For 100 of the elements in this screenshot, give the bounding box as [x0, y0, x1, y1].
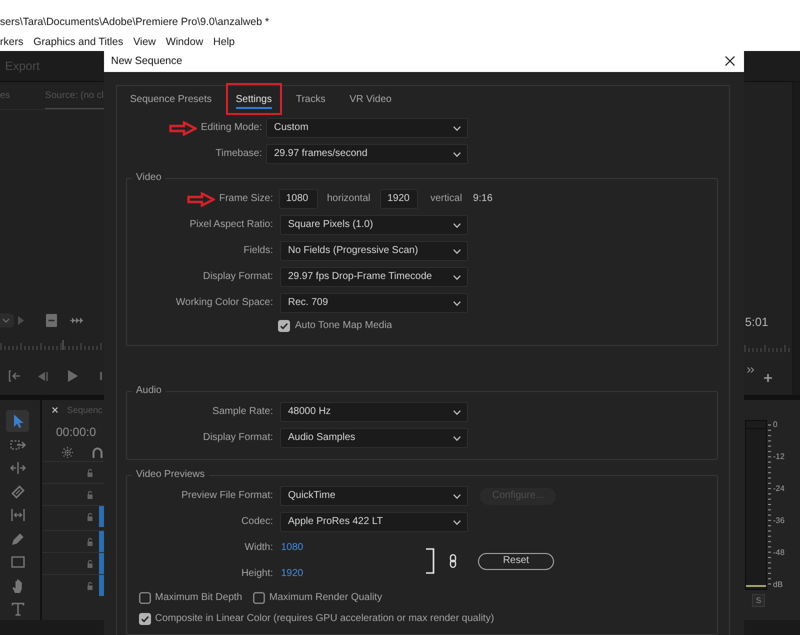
menu-item[interactable]: Help [213, 35, 235, 49]
dropdown[interactable]: Audio Samples [280, 428, 468, 448]
field-label: Sample Rate: [212, 405, 273, 419]
aspect-ratio: 9:16 [473, 192, 493, 206]
triangle-icon[interactable] [18, 316, 24, 324]
chevron-icon [453, 126, 461, 130]
play-icon[interactable] [68, 370, 78, 382]
checkbox-label: Maximum Render Quality [269, 590, 382, 604]
magnet-icon[interactable] [92, 446, 103, 458]
chevron-icon [453, 248, 461, 254]
tool-button[interactable] [6, 410, 29, 432]
dimension-value[interactable]: 1080 [281, 541, 304, 555]
field-label: Height: [241, 567, 273, 581]
menu-item[interactable]: rkers [0, 35, 24, 49]
chevron-icon [453, 152, 461, 156]
checkbox[interactable] [139, 612, 151, 624]
double-chevron-icon[interactable] [747, 367, 754, 373]
lock-icon[interactable] [87, 490, 93, 498]
close-icon[interactable] [52, 407, 58, 413]
blade-icon [10, 484, 26, 500]
dropdown[interactable]: Square Pixels (1.0) [280, 215, 468, 235]
square-icon[interactable] [46, 314, 57, 326]
field-label: Editing Mode: [200, 121, 262, 135]
ruler-drawing [744, 342, 792, 352]
menu-item[interactable]: Graphics and Titles [33, 35, 124, 49]
rectangle-icon [10, 554, 26, 570]
asterisk-icon[interactable] [62, 446, 73, 458]
dropdown[interactable]: Apple ProRes 422 LT [280, 512, 468, 532]
tab[interactable]: Sequence Presets [130, 90, 212, 108]
group-title: Audio [135, 384, 163, 398]
dropdown[interactable]: 29.97 frames/second [266, 144, 468, 164]
checkbox[interactable] [139, 592, 151, 604]
checkbox[interactable] [253, 592, 266, 604]
dropdown-icon[interactable] [0, 312, 15, 328]
tab[interactable]: VR Video [350, 90, 392, 108]
bracket-icon [425, 548, 435, 574]
lock-icon[interactable] [87, 538, 93, 546]
field-label: vertical [430, 192, 462, 206]
checkbox-label: Auto Tone Map Media [295, 319, 392, 333]
group-title: Video [135, 171, 162, 185]
bracket-arrow-icon[interactable] [8, 370, 21, 382]
group-title: Video Previews [135, 468, 206, 482]
field-label: Pixel Aspect Ratio: [190, 218, 273, 232]
triple-arrow-icon[interactable] [70, 316, 83, 324]
meter-scale-label: -48 [773, 548, 785, 558]
solo-button[interactable]: S [752, 594, 765, 607]
checkbox[interactable] [278, 320, 290, 332]
checkbox-label: Maximum Bit Depth [155, 590, 242, 604]
meter-scale-label: -36 [773, 516, 785, 526]
field-label: Preview File Format: [181, 489, 273, 503]
link-icon[interactable] [449, 554, 457, 568]
timecode: 5:01 [745, 315, 768, 329]
meter-scale-label: 0 [773, 420, 778, 430]
dropdown[interactable]: Rec. 709 [280, 293, 468, 313]
tab[interactable]: Tracks [296, 90, 326, 108]
window-title: sers\Tara\Documents\Adobe\Premiere Pro\9.0\anzalweb * [0, 15, 270, 30]
triangle-bar-icon[interactable] [37, 370, 48, 382]
lock-icon[interactable] [87, 468, 93, 476]
menu-item[interactable]: View [133, 35, 156, 49]
chevron-icon [453, 436, 461, 440]
dialog-title: New Sequence [111, 54, 182, 68]
meter-scale-label: -12 [773, 452, 785, 462]
meter-scale-label: dB [773, 580, 784, 590]
dropdown[interactable]: No Fields (Progressive Scan) [280, 241, 468, 261]
lock-icon[interactable] [87, 512, 93, 520]
chevron-icon [453, 520, 461, 524]
bracket-arrows-icon [10, 507, 26, 523]
chevron-icon [453, 274, 461, 280]
field-label: Codec: [241, 515, 273, 529]
dropdown[interactable]: Custom [266, 118, 468, 138]
pen-icon [10, 530, 26, 546]
width-field[interactable]: 1080 [279, 189, 318, 209]
field-label: Fields: [244, 244, 273, 258]
dropdown[interactable]: QuickTime [280, 486, 468, 506]
meter-scale-label: -24 [773, 484, 785, 494]
field-label: Display Format: [202, 270, 273, 284]
chevron-icon [453, 494, 461, 498]
field-label: Width: [244, 541, 273, 555]
field-label: Display Format: [202, 431, 273, 445]
chevron-icon [453, 410, 461, 414]
chevron-icon [453, 222, 461, 228]
plus-icon[interactable] [764, 374, 772, 382]
type-icon [10, 601, 26, 617]
field-label: Working Color Space: [176, 296, 273, 310]
dropdown[interactable]: 48000 Hz [280, 402, 468, 422]
menu-item[interactable]: Window [166, 35, 204, 49]
reset-button[interactable]: Reset [478, 552, 554, 570]
close-icon [725, 56, 735, 66]
lock-icon[interactable] [87, 560, 93, 568]
tab[interactable]: Settings [236, 90, 272, 108]
dimension-value[interactable]: 1920 [281, 567, 304, 581]
field-label: Timebase: [216, 147, 262, 161]
height-field[interactable]: 1920 [380, 189, 418, 209]
split-arrows-icon [10, 460, 26, 476]
checkbox-label: Composite in Linear Color (requires GPU acceleration or max render quality) [155, 612, 494, 626]
dropdown[interactable]: 29.97 fps Drop-Frame Timecode [280, 267, 468, 287]
close-button[interactable] [724, 54, 736, 66]
field-label: Frame Size: [219, 192, 273, 206]
field-label: horizontal [327, 192, 370, 206]
lock-icon[interactable] [87, 582, 93, 590]
